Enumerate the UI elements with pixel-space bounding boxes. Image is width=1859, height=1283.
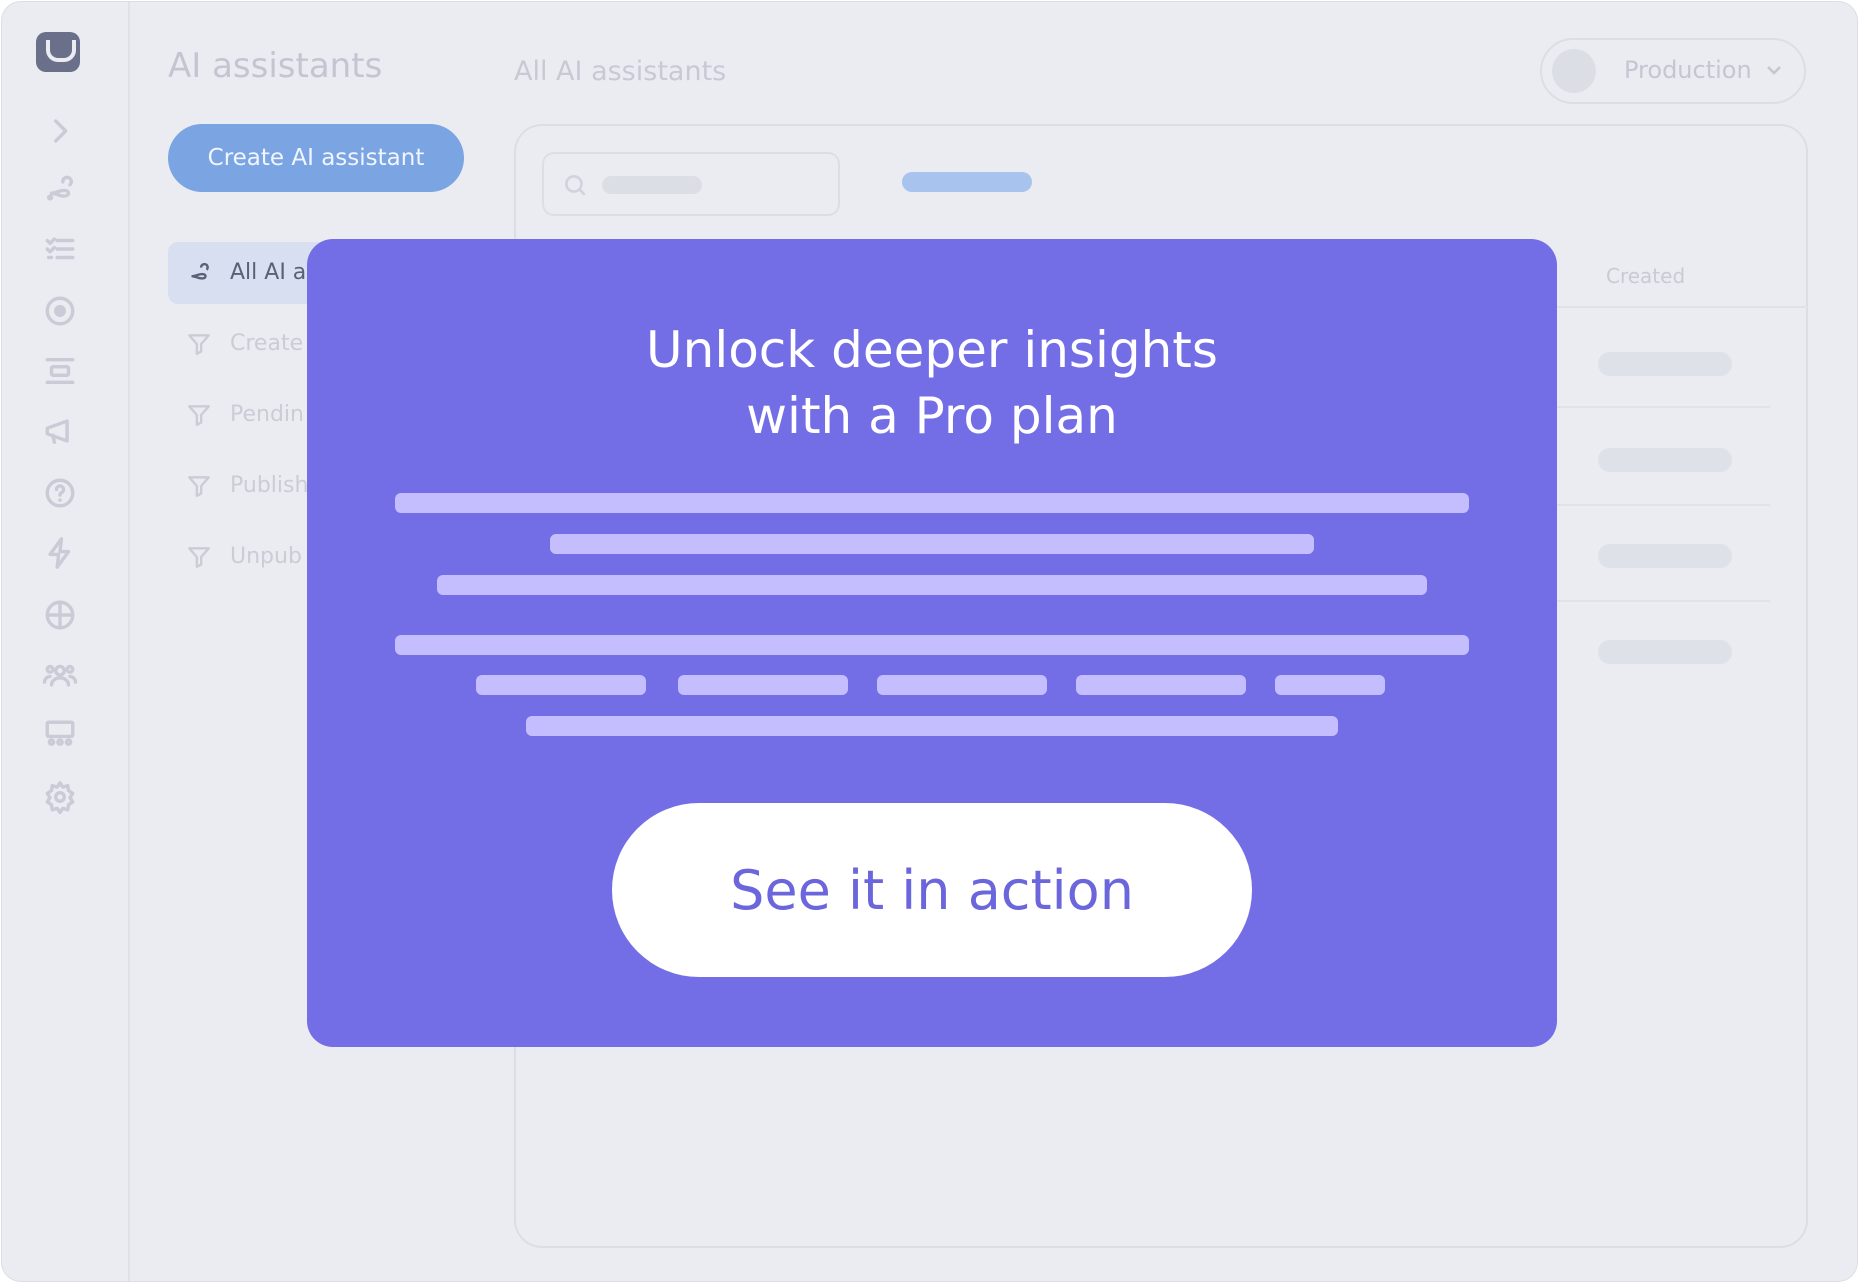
- side-item-label: Pendin: [230, 402, 304, 427]
- text-placeholder-bar: [1076, 675, 1246, 695]
- filter-icon: [188, 476, 210, 497]
- pie-chart-icon[interactable]: [42, 598, 78, 634]
- assistant-icon: [191, 262, 209, 280]
- gear-icon[interactable]: [42, 780, 78, 816]
- left-rail: [2, 2, 130, 1281]
- header-divider: [1556, 306, 1808, 308]
- upgrade-modal: Unlock deeper insights with a Pro plan S…: [307, 239, 1557, 1047]
- filter-icon: [188, 405, 210, 426]
- modal-title-line-2: with a Pro plan: [746, 387, 1118, 445]
- environment-selector[interactable]: Production: [1540, 38, 1806, 104]
- text-placeholder-bar: [678, 675, 848, 695]
- table-row[interactable]: [1598, 544, 1732, 568]
- expand-chevron-icon[interactable]: [42, 114, 78, 150]
- help-icon[interactable]: [42, 476, 78, 512]
- checklist-icon[interactable]: [42, 232, 78, 268]
- table-row[interactable]: [1598, 640, 1732, 664]
- create-ai-assistant-button[interactable]: Create AI assistant: [168, 124, 464, 192]
- assistant-icon[interactable]: [42, 172, 78, 208]
- text-placeholder-bar: [1275, 675, 1385, 695]
- section-subtitle: All AI assistants: [514, 56, 727, 87]
- search-input[interactable]: [542, 152, 840, 216]
- filter-chip[interactable]: [902, 172, 1032, 192]
- text-placeholder-bar: [877, 675, 1047, 695]
- users-icon[interactable]: [42, 658, 78, 694]
- text-placeholder-bar: [526, 716, 1338, 736]
- column-header-created: Created: [1606, 264, 1686, 288]
- modal-title: Unlock deeper insights with a Pro plan: [307, 317, 1557, 449]
- text-placeholder-bar: [395, 635, 1469, 655]
- row-divider: [1556, 406, 1770, 408]
- side-item-label: All AI a: [230, 260, 307, 285]
- text-placeholder-bar: [550, 534, 1314, 554]
- filter-icon: [188, 334, 210, 355]
- logo-icon[interactable]: [36, 32, 80, 72]
- text-placeholder-bar: [476, 675, 646, 695]
- megaphone-icon[interactable]: [42, 414, 78, 450]
- side-item-label: Publish: [230, 473, 309, 498]
- table-row[interactable]: [1598, 352, 1732, 376]
- lightning-icon[interactable]: [42, 536, 78, 572]
- modal-title-line-1: Unlock deeper insights: [646, 321, 1218, 379]
- table-row[interactable]: [1598, 448, 1732, 472]
- avatar: [1552, 49, 1596, 93]
- row-divider: [1556, 600, 1770, 602]
- environment-label: Production: [1624, 56, 1752, 84]
- app-window: AI assistants All AI assistants Producti…: [1, 1, 1858, 1282]
- filter-icon: [188, 547, 210, 568]
- see-it-in-action-button[interactable]: See it in action: [612, 803, 1252, 977]
- row-divider: [1556, 504, 1770, 506]
- side-item-label: Create: [230, 331, 304, 356]
- target-icon[interactable]: [42, 294, 78, 330]
- layout-icon[interactable]: [42, 354, 78, 390]
- side-item-label: Unpub: [230, 544, 302, 569]
- search-placeholder-bar: [602, 176, 702, 194]
- search-icon: [565, 175, 586, 196]
- text-placeholder-bar: [395, 493, 1469, 513]
- team-icon[interactable]: [42, 718, 78, 754]
- page-title: AI assistants: [168, 46, 383, 86]
- chevron-down-icon: [1762, 58, 1786, 86]
- text-placeholder-bar: [437, 575, 1427, 595]
